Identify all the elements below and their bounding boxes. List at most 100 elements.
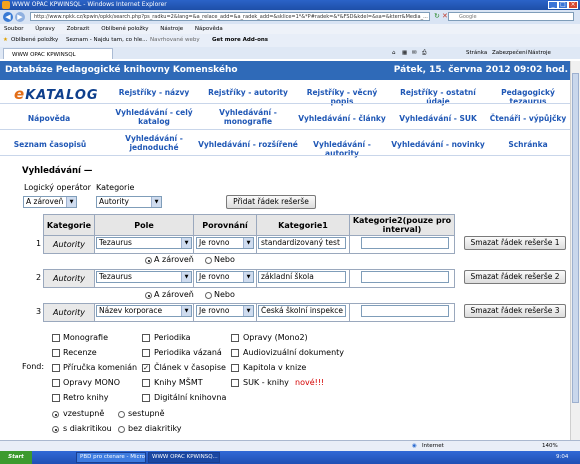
- nav-rejstriky-nazvy[interactable]: Rejstříky - názvy: [108, 88, 200, 97]
- header-datetime: Pátek, 15. června 2012 09:02 hod.: [393, 65, 568, 75]
- row-category: Autority: [43, 303, 95, 322]
- connector-and-radio[interactable]: [145, 292, 152, 299]
- fond-label-audiovizualni: Audiovizuální dokumenty: [243, 348, 345, 357]
- nav-rejstriky-autority[interactable]: Rejstříky - autority: [202, 88, 294, 97]
- feeds-icon[interactable]: ▦: [402, 47, 407, 59]
- favorites-button[interactable]: Oblíbené položky: [11, 34, 58, 47]
- stop-icon[interactable]: ✕: [442, 12, 448, 20]
- safety-menu[interactable]: Zabezpečení: [492, 47, 527, 59]
- delete-row-button[interactable]: Smazat řádek rešerše 3: [464, 304, 566, 318]
- value1-input[interactable]: Česká školní inspekce: [258, 305, 346, 317]
- fond-checkbox[interactable]: [52, 379, 60, 387]
- nav-vyhledavani-jednoduche[interactable]: Vyhledávání - jednoduché: [108, 134, 200, 152]
- category-label: Kategorie: [96, 183, 135, 192]
- fond-checkbox[interactable]: [142, 379, 150, 387]
- page-scrollbar[interactable]: [570, 61, 580, 440]
- print-icon[interactable]: ⎙: [422, 47, 426, 59]
- maximize-button[interactable]: □: [558, 1, 568, 9]
- value1-input[interactable]: standardizovaný test: [258, 237, 346, 249]
- nav-vyhledavani-rozsirene[interactable]: Vyhledávání - rozšířené: [196, 140, 300, 149]
- comparison-select[interactable]: Je rovno ▼: [196, 271, 254, 283]
- favorite-link-suggested[interactable]: Navrhované weby: [150, 34, 200, 47]
- fond-checkbox[interactable]: [231, 334, 239, 342]
- favorite-link-seznam[interactable]: Seznam - Najdu tam, co hle...: [66, 34, 147, 47]
- fond-checkbox[interactable]: [52, 364, 60, 372]
- tab-opac[interactable]: WWW OPAC KPWINSQL: [3, 48, 113, 59]
- nav-ctenari-vypujcky[interactable]: Čtenáři - výpůjčky: [486, 114, 570, 123]
- fond-checkbox[interactable]: [142, 349, 150, 357]
- comparison-select[interactable]: Je rovno ▼: [196, 237, 254, 249]
- connector-or-radio[interactable]: [205, 292, 212, 299]
- window-title-bar: WWW OPAC KPWINSQL - Windows Internet Exp…: [0, 0, 580, 10]
- diacritics-without-radio[interactable]: [118, 426, 125, 433]
- delete-row-button[interactable]: Smazat řádek rešerše 1: [464, 236, 566, 250]
- search-input[interactable]: Google: [448, 12, 574, 21]
- sort-desc-label: sestupně: [128, 409, 165, 418]
- nav-seznam-casopisu[interactable]: Seznam časopisů: [8, 140, 92, 149]
- nav-vyhledavani-suk[interactable]: Vyhledávání - SUK: [390, 114, 486, 123]
- taskbar-item-ie[interactable]: WWW OPAC KPWINSQ...: [148, 452, 220, 463]
- nav-napoveda[interactable]: Nápověda: [14, 114, 84, 123]
- star-icon: ★: [3, 37, 8, 43]
- back-icon[interactable]: ◀: [3, 12, 13, 22]
- minimize-button[interactable]: _: [548, 1, 558, 9]
- nav-vyhledavani-novinky[interactable]: Vyhledávání - novinky: [390, 140, 486, 149]
- menu-tools[interactable]: Nástroje: [160, 26, 183, 32]
- delete-row-button[interactable]: Smazat řádek rešerše 2: [464, 270, 566, 284]
- home-icon[interactable]: ⌂: [392, 47, 396, 59]
- fond-checkbox[interactable]: [52, 394, 60, 402]
- column-header-field: Pole: [94, 214, 194, 236]
- page-header: Databáze Pedagogické knihovny Komenského…: [0, 61, 580, 80]
- value2-input[interactable]: [361, 237, 449, 249]
- diacritics-with-radio[interactable]: [52, 426, 59, 433]
- tools-menu[interactable]: Nástroje: [528, 47, 551, 59]
- new-badge: nové!!!: [295, 378, 325, 387]
- favorite-link-addons[interactable]: Get more Add-ons: [212, 34, 268, 47]
- nav-vyhledavani-clanky[interactable]: Vyhledávání - články: [296, 114, 388, 123]
- sort-asc-radio[interactable]: [52, 411, 59, 418]
- address-input[interactable]: http://www.npkk.cz/kpwin/opkk/search.php…: [30, 12, 430, 21]
- mail-icon[interactable]: ✉: [412, 47, 417, 59]
- close-button[interactable]: ×: [568, 1, 578, 9]
- menu-edit[interactable]: Úpravy: [35, 26, 55, 32]
- menu-favorites[interactable]: Oblíbené položky: [101, 26, 148, 32]
- sort-desc-radio[interactable]: [118, 411, 125, 418]
- connector-or-radio[interactable]: [205, 257, 212, 264]
- fond-checkbox-checked[interactable]: ✓: [142, 364, 150, 372]
- taskbar-item-word[interactable]: PBD pro ctenare - Micros...: [76, 452, 146, 463]
- fond-checkbox[interactable]: [142, 334, 150, 342]
- page-menu[interactable]: Stránka: [466, 47, 487, 59]
- start-button[interactable]: Start: [0, 451, 32, 464]
- field-select[interactable]: Tezaurus ▼: [96, 237, 192, 249]
- connector-and-radio[interactable]: [145, 257, 152, 264]
- fond-checkbox[interactable]: [231, 349, 239, 357]
- logical-operator-label: Logický operátor: [24, 183, 91, 192]
- menu-file[interactable]: Soubor: [4, 26, 23, 32]
- fond-checkbox[interactable]: [231, 364, 239, 372]
- chevron-down-icon: ▼: [181, 272, 191, 282]
- value2-input[interactable]: [361, 271, 449, 283]
- comparison-select[interactable]: Je rovno ▼: [196, 305, 254, 317]
- field-select[interactable]: Název korporace ▼: [96, 305, 192, 317]
- fond-label-recenze: Recenze: [63, 348, 97, 357]
- field-select[interactable]: Tezaurus ▼: [96, 271, 192, 283]
- nav-vyhledavani-cely-katalog[interactable]: Vyhledávání - celý katalog: [108, 108, 200, 126]
- fond-checkbox[interactable]: [52, 349, 60, 357]
- menu-view[interactable]: Zobrazit: [67, 26, 90, 32]
- category-select[interactable]: Autority ▼: [96, 196, 162, 208]
- fond-checkbox[interactable]: [52, 334, 60, 342]
- menu-help[interactable]: Nápověda: [195, 26, 223, 32]
- forward-icon[interactable]: ▶: [15, 12, 25, 22]
- add-search-row-button[interactable]: Přidat řádek rešerše: [226, 195, 316, 209]
- nav-schranka[interactable]: Schránka: [486, 140, 570, 149]
- nav-vyhledavani-monografie[interactable]: Vyhledávání - monografie: [202, 108, 294, 126]
- chevron-down-icon: ▼: [243, 238, 253, 248]
- logical-operator-select[interactable]: A zároveň ▼: [23, 196, 77, 208]
- scrollbar-thumb[interactable]: [572, 73, 579, 403]
- value1-input[interactable]: základní škola: [258, 271, 346, 283]
- value2-input[interactable]: [361, 305, 449, 317]
- fond-checkbox[interactable]: [142, 394, 150, 402]
- refresh-icon[interactable]: ↻: [434, 12, 440, 20]
- connector-and-label: A zároveň: [154, 255, 194, 264]
- fond-checkbox[interactable]: [231, 379, 239, 387]
